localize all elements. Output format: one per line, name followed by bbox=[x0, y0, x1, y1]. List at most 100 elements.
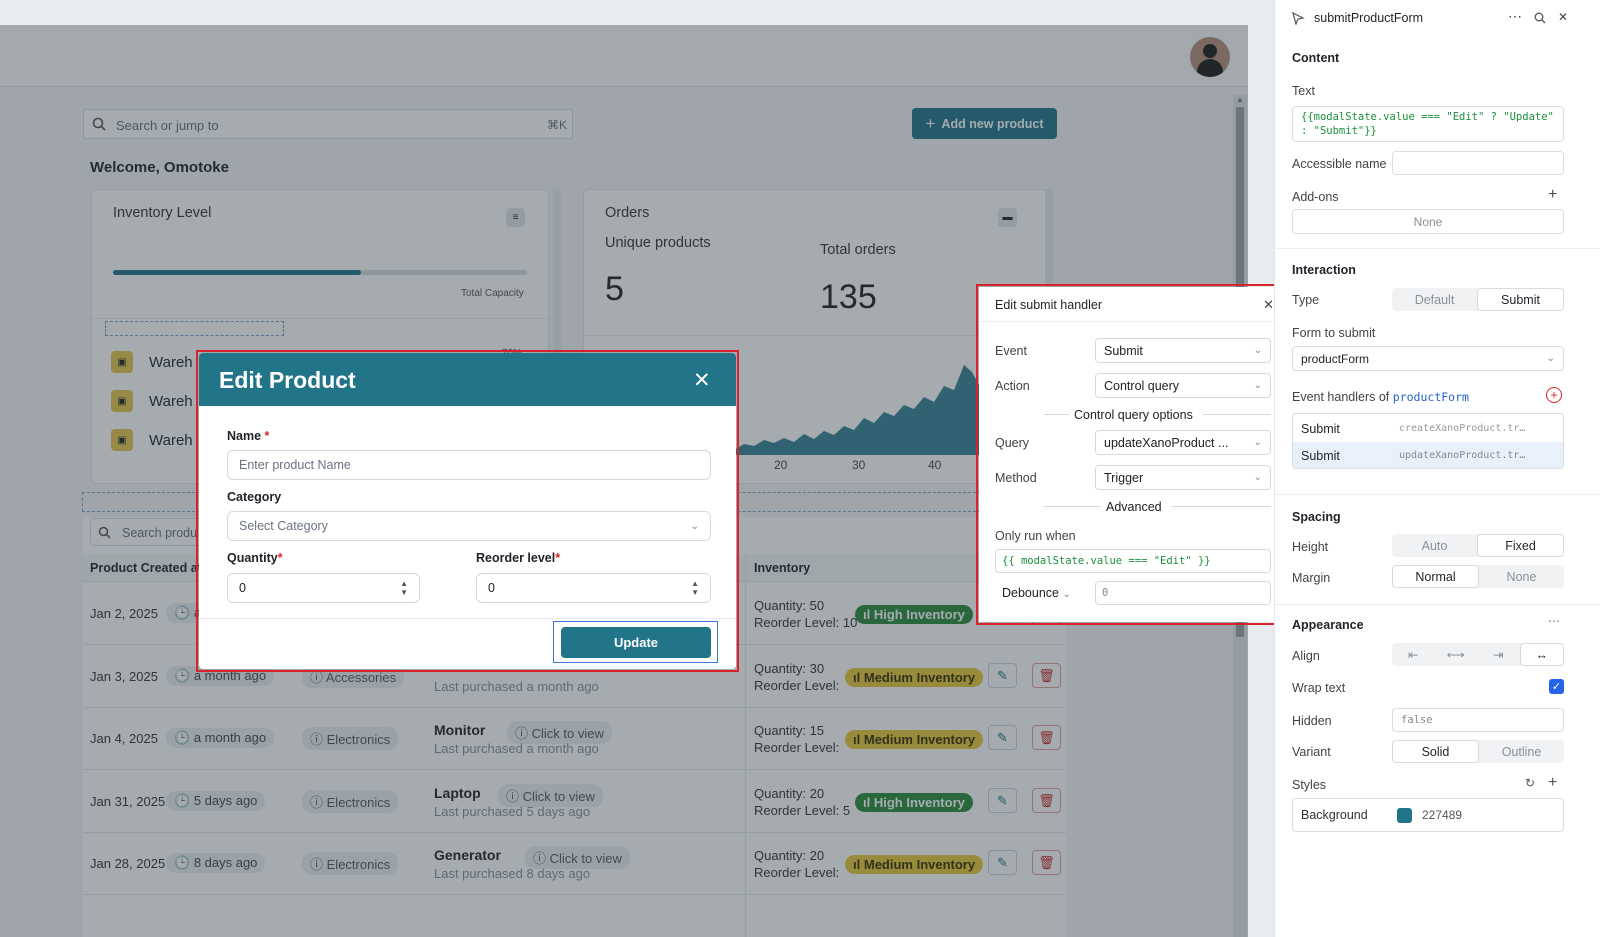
background-style-row[interactable]: Background 227489 bbox=[1292, 798, 1564, 832]
interaction-heading: Interaction bbox=[1292, 263, 1356, 277]
type-default[interactable]: Default bbox=[1392, 288, 1477, 311]
chevron-down-icon: ⌄ bbox=[1253, 380, 1262, 391]
delete-button[interactable]: 🗑 bbox=[1032, 663, 1061, 688]
close-icon[interactable]: ✕ bbox=[693, 368, 711, 393]
product-name[interactable]: Generator bbox=[434, 847, 501, 863]
stepper-icon[interactable]: ▲ ▼ bbox=[691, 579, 699, 597]
debounce-label[interactable]: Debounce ⌄ bbox=[1002, 586, 1071, 600]
edit-button[interactable]: ✎ bbox=[988, 788, 1017, 813]
add-icon[interactable]: + bbox=[1548, 186, 1557, 204]
close-icon[interactable]: ✕ bbox=[1263, 297, 1274, 313]
info-icon: ⓘ bbox=[310, 795, 324, 810]
align-center-icon[interactable]: ⟷ bbox=[1435, 643, 1478, 666]
only-run-label: Only run when bbox=[995, 529, 1076, 543]
created-date: Jan 28, 2025 bbox=[90, 856, 166, 871]
more-icon[interactable]: ⋯ bbox=[1508, 8, 1522, 25]
more-icon[interactable]: ⋯ bbox=[1548, 614, 1560, 628]
inventory-badge: ıl Medium Inventory bbox=[845, 668, 984, 687]
height-auto[interactable]: Auto bbox=[1392, 534, 1477, 557]
align-left-icon[interactable]: ⇤ bbox=[1392, 643, 1435, 666]
card-icon: ▬ bbox=[998, 208, 1017, 227]
close-icon[interactable]: ✕ bbox=[1558, 10, 1568, 24]
orders-area-chart bbox=[734, 365, 979, 455]
method-label: Method bbox=[995, 471, 1037, 485]
quantity-stepper[interactable]: 0 ▲ ▼ bbox=[227, 573, 420, 603]
product-name[interactable]: Monitor bbox=[434, 722, 485, 738]
last-purchased: Last purchased a month ago bbox=[434, 679, 599, 694]
inventory-badge: ıl High Inventory bbox=[855, 793, 973, 812]
variant-outline[interactable]: Outline bbox=[1479, 740, 1564, 763]
only-run-input[interactable]: {{ modalState.value === "Edit" }} bbox=[995, 549, 1271, 573]
variant-label: Variant bbox=[1292, 745, 1331, 759]
dashed-placeholder bbox=[105, 321, 284, 336]
method-value: Trigger bbox=[1104, 470, 1144, 485]
align-toggle[interactable]: ⇤ ⟷ ⇥ ↔ bbox=[1392, 643, 1564, 666]
debounce-input[interactable]: 0 bbox=[1095, 581, 1271, 605]
handler-title: Edit submit handler bbox=[995, 298, 1103, 312]
height-fixed[interactable]: Fixed bbox=[1477, 534, 1564, 557]
height-toggle[interactable]: Auto Fixed bbox=[1392, 534, 1564, 557]
type-submit[interactable]: Submit bbox=[1477, 288, 1564, 311]
col-inventory[interactable]: Inventory bbox=[754, 561, 810, 575]
user-avatar[interactable] bbox=[1190, 37, 1230, 77]
category-select[interactable]: Select Category ⌄ bbox=[227, 511, 711, 541]
type-label: Type bbox=[1292, 293, 1320, 307]
add-handler-icon[interactable]: + bbox=[1546, 387, 1562, 403]
variant-toggle[interactable]: Solid Outline bbox=[1392, 740, 1564, 763]
accessible-name-input[interactable] bbox=[1392, 151, 1564, 175]
category-badge: ⓘ Electronics bbox=[302, 852, 399, 875]
type-toggle[interactable]: Default Submit bbox=[1392, 288, 1564, 311]
product-name[interactable]: Laptop bbox=[434, 785, 481, 801]
reset-icon[interactable]: ↻ bbox=[1525, 776, 1535, 790]
name-input[interactable]: Enter product Name bbox=[227, 450, 711, 480]
edit-button[interactable]: ✎ bbox=[988, 850, 1017, 875]
color-swatch[interactable] bbox=[1397, 808, 1412, 823]
delete-button[interactable]: 🗑 bbox=[1032, 850, 1061, 875]
content-heading: Content bbox=[1292, 51, 1340, 65]
update-button[interactable]: Update bbox=[561, 627, 711, 658]
add-icon[interactable]: + bbox=[1548, 774, 1557, 792]
delete-button[interactable]: 🗑 bbox=[1032, 725, 1061, 750]
edit-button[interactable]: ✎ bbox=[988, 663, 1017, 688]
height-label: Height bbox=[1292, 540, 1329, 554]
name-placeholder: Enter product Name bbox=[239, 458, 351, 472]
margin-toggle[interactable]: Normal None bbox=[1392, 565, 1564, 588]
quantity: Quantity: 50 bbox=[754, 598, 825, 613]
handler-row[interactable]: Submit updateXanoProduct.tr… bbox=[1293, 442, 1563, 468]
action-select[interactable]: Control query ⌄ bbox=[1095, 373, 1271, 398]
trash-icon: 🗑 bbox=[1038, 792, 1055, 808]
text-input[interactable]: {{modalState.value === "Edit" ? "Update"… bbox=[1292, 106, 1564, 142]
delete-button[interactable]: 🗑 bbox=[1032, 788, 1061, 813]
handler-row[interactable]: Submit createXanoProduct.tr… bbox=[1293, 414, 1563, 442]
margin-none[interactable]: None bbox=[1479, 565, 1564, 588]
total-orders-value: 135 bbox=[820, 278, 877, 316]
edit-button[interactable]: ✎ bbox=[988, 725, 1017, 750]
query-select[interactable]: updateXanoProduct ... ⌄ bbox=[1095, 430, 1271, 455]
background-value[interactable]: 227489 bbox=[1422, 808, 1462, 822]
component-name[interactable]: submitProductForm bbox=[1314, 11, 1423, 25]
variant-solid[interactable]: Solid bbox=[1392, 740, 1479, 763]
hidden-input[interactable]: false bbox=[1392, 708, 1564, 732]
warehouse-icon: ▣ bbox=[111, 351, 133, 373]
addons-field[interactable]: None bbox=[1292, 209, 1564, 234]
wrap-text-checkbox[interactable]: ✓ bbox=[1549, 679, 1564, 694]
last-purchased: Last purchased a month ago bbox=[434, 741, 599, 756]
align-stretch-icon[interactable]: ↔ bbox=[1519, 643, 1564, 666]
event-select[interactable]: Submit ⌄ bbox=[1095, 338, 1271, 363]
click-to-view: Click to view bbox=[531, 726, 604, 741]
search-icon[interactable] bbox=[1534, 12, 1546, 24]
form-select[interactable]: productForm ⌄ bbox=[1292, 346, 1564, 371]
table-search[interactable]: Search produ bbox=[90, 518, 210, 546]
global-search[interactable]: Search or jump to ⌘K bbox=[83, 109, 573, 139]
inventory-status: Medium Inventory bbox=[863, 670, 976, 685]
reorder-stepper[interactable]: 0 ▲ ▼ bbox=[476, 573, 711, 603]
align-right-icon[interactable]: ⇥ bbox=[1477, 643, 1520, 666]
add-product-button[interactable]: + Add new product bbox=[912, 108, 1057, 139]
margin-normal[interactable]: Normal bbox=[1392, 565, 1479, 588]
form-label: Form to submit bbox=[1292, 326, 1376, 340]
stepper-icon[interactable]: ▲ ▼ bbox=[400, 579, 408, 597]
col-created[interactable]: Product Created at bbox=[90, 561, 202, 575]
method-select[interactable]: Trigger ⌄ bbox=[1095, 465, 1271, 490]
align-label: Align bbox=[1292, 649, 1320, 663]
bar-chart-icon: ıl bbox=[863, 795, 871, 810]
